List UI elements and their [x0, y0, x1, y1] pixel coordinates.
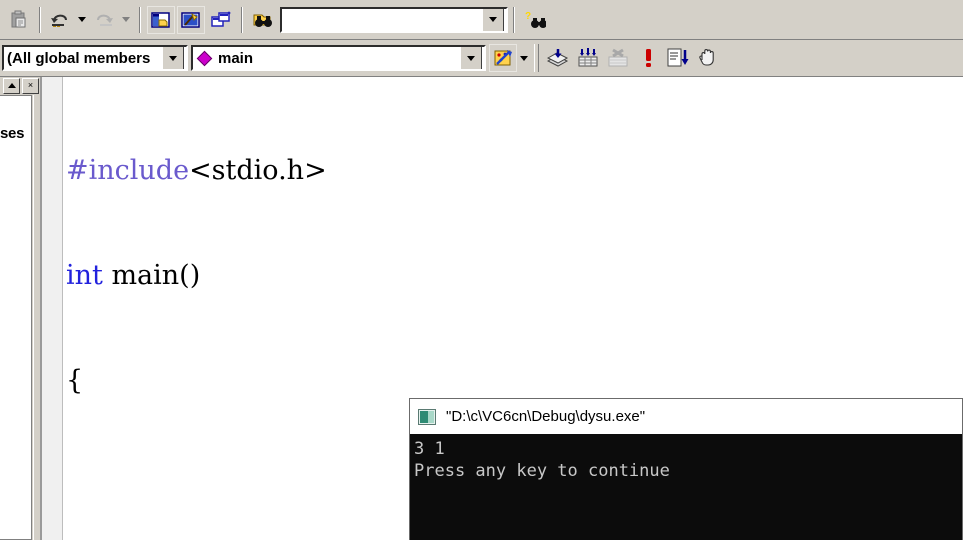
- chevron-down-icon: [489, 17, 497, 22]
- toolbar-separator-4: [513, 6, 515, 33]
- chevron-down-icon: [78, 17, 86, 22]
- find-in-files-button[interactable]: [249, 6, 277, 34]
- close-icon: ×: [27, 80, 34, 90]
- find-in-files-icon: [253, 14, 272, 27]
- code-line-3: {: [66, 363, 963, 398]
- execute-program-button[interactable]: [634, 44, 662, 72]
- workspace-minimize-button[interactable]: [3, 77, 20, 94]
- symbol-combo-dropdown-button[interactable]: [460, 47, 482, 69]
- code-token-open-brace: {: [66, 365, 84, 396]
- console-titlebar[interactable]: "D:\c\VC6cn\Debug\dysu.exe": [410, 399, 962, 434]
- wizard-action-icon: [494, 50, 512, 66]
- console-output-line-1: 3 1: [414, 439, 445, 459]
- symbol-combo-value: main: [218, 49, 254, 67]
- members-combo[interactable]: (All global members: [2, 45, 188, 71]
- search-help-button[interactable]: ?: [521, 6, 549, 34]
- toolbar-separator-3: [241, 6, 243, 33]
- chevron-down-icon: [169, 55, 177, 61]
- go-debug-button[interactable]: [664, 44, 692, 72]
- compile-icon: [546, 49, 569, 67]
- output-window-icon: [181, 11, 200, 28]
- program-output-console[interactable]: "D:\c\VC6cn\Debug\dysu.exe" 3 1 Press an…: [409, 398, 963, 540]
- workspace-window-icon: [151, 11, 170, 28]
- wizardbar-action-button[interactable]: [489, 44, 517, 72]
- build-button[interactable]: [574, 44, 602, 72]
- undo-button[interactable]: [47, 6, 75, 34]
- output-window-button[interactable]: [177, 5, 205, 34]
- console-title-text: "D:\c\VC6cn\Debug\dysu.exe": [446, 408, 646, 425]
- build-icon: [578, 48, 598, 67]
- symbol-combo[interactable]: main: [191, 45, 486, 71]
- code-token-include: #include: [66, 155, 190, 186]
- chevron-down-icon: [520, 55, 528, 61]
- redo-icon: [97, 14, 113, 26]
- console-output-area[interactable]: 3 1 Press any key to continue: [410, 434, 962, 540]
- paste-button[interactable]: [5, 6, 33, 34]
- editor-gutter[interactable]: [40, 77, 63, 540]
- toolbar-separator-1: [39, 6, 41, 33]
- console-output-line-2: Press any key to continue: [414, 461, 670, 481]
- workspace-close-button[interactable]: ×: [22, 77, 39, 94]
- go-debug-icon: [667, 48, 689, 67]
- find-combo[interactable]: [280, 6, 508, 33]
- console-window-icon: [418, 408, 436, 425]
- undo-dropdown-button[interactable]: [76, 6, 88, 34]
- standard-toolbar: ?: [0, 0, 963, 40]
- workspace-window-button[interactable]: [147, 5, 175, 34]
- workspace-splitter[interactable]: [33, 95, 40, 540]
- undo-icon: [51, 14, 67, 27]
- stop-build-icon: [608, 48, 628, 67]
- stop-build-button: [604, 44, 632, 72]
- wizardbar-and-build-toolbar: (All global members main: [0, 40, 963, 77]
- find-combo-dropdown-button[interactable]: [482, 8, 504, 31]
- build-toolbar-grip[interactable]: [534, 44, 539, 72]
- toolbar-separator-2: [139, 6, 141, 33]
- insert-breakpoint-hand-icon: [699, 49, 714, 66]
- svg-text:?: ?: [525, 11, 531, 22]
- workspace-titlebar: ×: [0, 77, 40, 94]
- members-combo-dropdown-button[interactable]: [162, 47, 184, 69]
- insert-breakpoint-button[interactable]: [694, 44, 722, 72]
- wizardbar-dropdown-button[interactable]: [518, 44, 530, 72]
- code-token-int-kw: int: [66, 260, 103, 291]
- up-arrow-icon: [7, 83, 16, 88]
- chevron-down-icon: [467, 55, 475, 61]
- workspace-tab-classes[interactable]: ses: [0, 125, 24, 142]
- workspace-pane: × ses: [0, 77, 40, 540]
- code-line-1: #include<stdio.h>: [66, 153, 963, 188]
- window-list-icon: [211, 11, 231, 27]
- code-token-header: <stdio.h>: [189, 155, 327, 186]
- execute-program-icon: [646, 49, 651, 67]
- code-token-main: main(): [102, 260, 201, 291]
- redo-dropdown-button: [120, 6, 132, 34]
- member-diamond-icon: [196, 50, 213, 66]
- chevron-down-icon: [122, 17, 130, 22]
- code-line-2: int main(): [66, 258, 963, 293]
- members-combo-value: (All global members: [7, 49, 151, 67]
- compile-button[interactable]: [544, 44, 572, 72]
- search-help-binoculars-icon: ?: [525, 11, 546, 28]
- redo-button: [91, 6, 119, 34]
- paste-icon: [11, 10, 26, 27]
- workspace-tree-panel[interactable]: ses: [0, 95, 32, 540]
- window-list-button[interactable]: [207, 6, 235, 34]
